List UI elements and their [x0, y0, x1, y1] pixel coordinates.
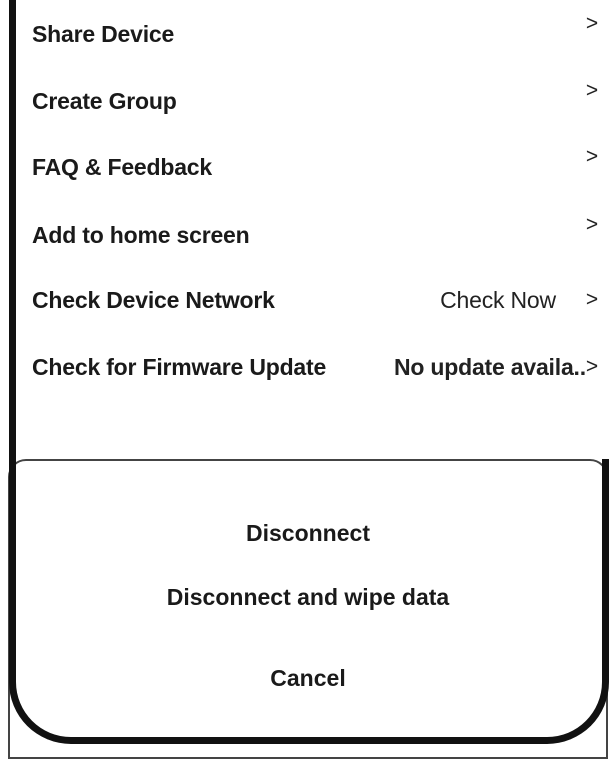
menu-item-label: FAQ & Feedback: [32, 153, 212, 180]
chevron-right-icon: >: [585, 355, 598, 378]
menu-item-label: Add to home screen: [32, 221, 250, 248]
menu-item-right: Check Now >: [440, 287, 598, 314]
phone-screen: Share Device > Create Group > FAQ & Feed…: [0, 0, 616, 759]
phone-bezel-left: [9, 0, 16, 470]
cancel-button[interactable]: Cancel: [0, 665, 616, 692]
firmware-status-value: No update availa..: [393, 353, 586, 380]
menu-item-faq-feedback[interactable]: FAQ & Feedback >: [32, 143, 598, 191]
menu-item-label: Share Device: [32, 20, 175, 47]
chevron-right-icon: >: [585, 12, 598, 35]
menu-item-share-device[interactable]: Share Device >: [32, 10, 598, 58]
menu-item-right: >: [586, 213, 598, 247]
menu-item-label: Check Device Network: [32, 286, 275, 313]
menu-item-check-device-network[interactable]: Check Device Network Check Now >: [32, 276, 598, 324]
menu-item-right: >: [586, 79, 598, 113]
chevron-right-icon: >: [585, 288, 598, 311]
chevron-right-icon: >: [585, 79, 598, 102]
menu-item-firmware-update[interactable]: Check for Firmware Update No update avai…: [32, 343, 598, 391]
menu-item-label: Create Group: [32, 87, 177, 114]
menu-item-add-to-home-screen[interactable]: Add to home screen >: [32, 211, 598, 259]
chevron-right-icon: >: [585, 145, 598, 168]
menu-item-right: No update availa.. >: [394, 354, 598, 381]
menu-item-label: Check for Firmware Update: [32, 353, 327, 380]
check-now-value: Check Now: [440, 286, 556, 313]
menu-item-right: >: [586, 145, 598, 179]
chevron-right-icon: >: [585, 213, 598, 236]
disconnect-and-wipe-button[interactable]: Disconnect and wipe data: [0, 584, 616, 611]
menu-item-right: >: [586, 12, 598, 46]
menu-item-create-group[interactable]: Create Group >: [32, 77, 598, 125]
disconnect-button[interactable]: Disconnect: [0, 520, 616, 547]
